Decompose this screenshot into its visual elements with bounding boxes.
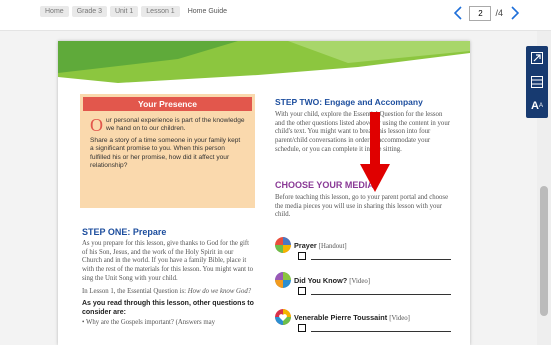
- media-item-prayer: Prayer [Handout]: [275, 237, 451, 260]
- scrollbar-thumb[interactable]: [540, 186, 548, 316]
- presence-text-1: ur personal experience is part of the kn…: [106, 117, 245, 133]
- step-one-bullet: • Why are the Gospels important? (Answer…: [82, 319, 216, 327]
- expand-icon[interactable]: [529, 50, 545, 66]
- text-size-icon[interactable]: AA: [529, 98, 545, 114]
- breadcrumb-lesson[interactable]: Lesson 1: [141, 6, 180, 17]
- video-heart-icon: [275, 309, 291, 325]
- media-item-type: [Handout]: [318, 242, 347, 250]
- breadcrumb-unit[interactable]: Unit 1: [109, 6, 139, 17]
- prayer-icon: [275, 237, 291, 253]
- tool-panel: AA: [526, 46, 548, 118]
- media-text: Before teaching this lesson, go to your …: [275, 194, 449, 219]
- media-item-type: [Video]: [389, 314, 410, 322]
- document-page: Your Presence O ur personal experience i…: [58, 41, 470, 345]
- presence-text-2: Share a story of a time someone in your …: [90, 136, 241, 170]
- media-checkbox-prayer[interactable]: [298, 252, 306, 260]
- dropcap: O: [90, 115, 103, 135]
- essential-question: How do we know God?: [187, 287, 252, 295]
- chevron-left-icon[interactable]: [451, 4, 465, 22]
- step-one-para-1: As you prepare for this lesson, give tha…: [82, 240, 254, 282]
- step-two-heading: STEP TWO: Engage and Accompany: [275, 97, 423, 107]
- media-checkbox-did-you-know[interactable]: [298, 287, 306, 295]
- text-size-label: A: [531, 100, 539, 112]
- page-total: /4: [495, 8, 503, 18]
- blank-line: [311, 253, 451, 260]
- page-navigator: /4: [451, 4, 521, 22]
- text-size-sup: A: [538, 103, 543, 109]
- step-one-para-2: In Lesson 1, the Essential Question is: …: [82, 288, 255, 297]
- breadcrumb-current: Home Guide: [182, 6, 232, 17]
- presence-title: Your Presence: [83, 97, 252, 111]
- chevron-right-icon[interactable]: [507, 4, 521, 22]
- media-item-did-you-know: Did You Know? [Video]: [275, 272, 451, 295]
- media-item-type: [Video]: [349, 277, 370, 285]
- breadcrumb-home[interactable]: Home: [40, 6, 69, 17]
- media-item-toussaint: Venerable Pierre Toussaint [Video]: [275, 309, 451, 332]
- green-banner: [58, 41, 470, 83]
- did-you-know-icon: [275, 272, 291, 288]
- breadcrumb: Home Grade 3 Unit 1 Lesson 1 Home Guide: [40, 6, 232, 17]
- presence-body: O ur personal experience is part of the …: [80, 111, 255, 170]
- document-viewer[interactable]: Your Presence O ur personal experience i…: [0, 31, 551, 345]
- red-down-arrow-icon: [360, 112, 390, 192]
- page-number-input[interactable]: [469, 5, 492, 21]
- media-item-title: Prayer: [294, 240, 317, 250]
- step-one-para-2-lead: In Lesson 1, the Essential Question is:: [82, 287, 188, 295]
- top-bar: Home Grade 3 Unit 1 Lesson 1 Home Guide …: [0, 0, 551, 31]
- blank-line: [311, 325, 451, 332]
- step-one-text: As you prepare for this lesson, give tha…: [82, 240, 255, 328]
- breadcrumb-grade[interactable]: Grade 3: [71, 6, 107, 17]
- media-item-title: Did You Know?: [294, 275, 348, 285]
- step-one-subheading: As you read through this lesson, other q…: [82, 300, 254, 316]
- blank-line: [311, 288, 451, 295]
- media-checkbox-toussaint[interactable]: [298, 324, 306, 332]
- presence-box: Your Presence O ur personal experience i…: [80, 94, 255, 208]
- step-one-heading: STEP ONE: Prepare: [82, 227, 167, 237]
- media-item-title: Venerable Pierre Toussaint: [294, 312, 388, 322]
- page-layout-icon[interactable]: [529, 74, 545, 90]
